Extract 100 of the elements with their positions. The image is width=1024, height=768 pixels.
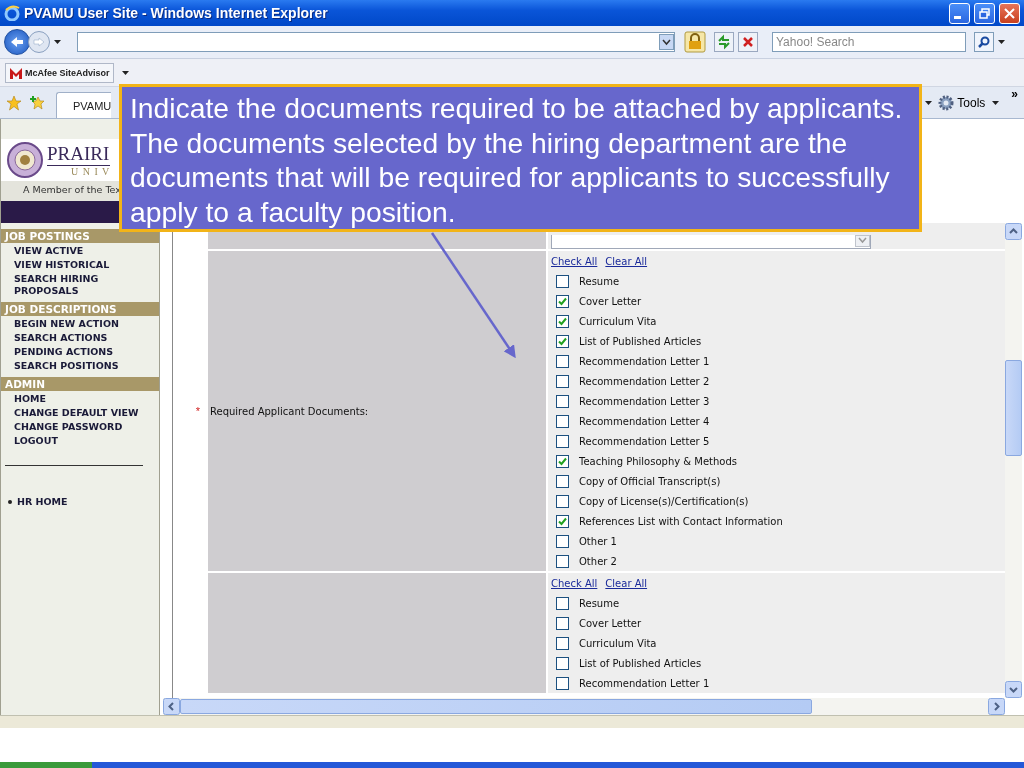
- sidebar-link[interactable]: VIEW HISTORICAL: [1, 257, 159, 271]
- callout-box: Indicate the documents required to be attached by applicants. The documents selected by the hiring department are the documents that will be required for applicants to successfully apply to a faculty position.: [119, 84, 922, 232]
- sidebar-link[interactable]: BEGIN NEW ACTION: [1, 316, 159, 330]
- sidebar-link[interactable]: SEARCH POSITIONS: [1, 358, 159, 372]
- sidebar-link[interactable]: HOME: [1, 391, 159, 405]
- right-arrow-icon: [33, 37, 45, 47]
- caret-icon[interactable]: [925, 100, 933, 105]
- gear-icon: [938, 94, 955, 111]
- minimize-icon: [954, 15, 961, 19]
- checkbox[interactable]: [556, 454, 569, 468]
- checkbox[interactable]: [556, 394, 569, 408]
- section-header: JOB POSTINGS: [1, 229, 159, 243]
- checkbox[interactable]: [556, 554, 569, 568]
- scroll-thumb[interactable]: [1005, 360, 1022, 456]
- caret-icon[interactable]: [121, 70, 129, 75]
- siteadvisor-button[interactable]: McAfee SiteAdvisor: [5, 62, 114, 83]
- close-button[interactable]: [999, 2, 1020, 24]
- checkbox-label: Teaching Philosophy & Methods: [579, 455, 737, 467]
- check-all-link[interactable]: Check All: [551, 577, 598, 589]
- checkbox[interactable]: [556, 434, 569, 448]
- checkbox-label: Recommendation Letter 1: [579, 355, 710, 367]
- caret-icon[interactable]: [998, 40, 1005, 44]
- search-button[interactable]: [974, 32, 994, 52]
- checkbox-label: Curriculum Vita: [579, 637, 657, 649]
- checkbox[interactable]: [556, 294, 569, 308]
- required-asterisk: *: [195, 405, 200, 417]
- sidebar-link[interactable]: SEARCH ACTIONS: [1, 330, 159, 344]
- search-icon: [978, 36, 990, 48]
- restore-button[interactable]: [974, 2, 995, 24]
- checkbox-label: Recommendation Letter 4: [579, 415, 710, 427]
- checkbox[interactable]: [556, 596, 569, 610]
- more-chevron[interactable]: »: [1011, 86, 1018, 101]
- checkbox-label: Cover Letter: [579, 295, 642, 307]
- checkbox-label: Copy of Official Transcript(s): [579, 475, 721, 487]
- checkbox-label: List of Published Articles: [579, 335, 702, 347]
- sidebar-link[interactable]: LOGOUT: [1, 433, 159, 447]
- address-field[interactable]: [77, 32, 675, 52]
- scroll-left-icon[interactable]: [163, 698, 180, 715]
- sidebar-link[interactable]: CHANGE DEFAULT VIEW: [1, 405, 159, 419]
- restore-icon: [979, 7, 990, 19]
- checkbox-label: Recommendation Letter 5: [579, 435, 710, 447]
- caret-icon[interactable]: [54, 40, 61, 44]
- clear-all-link[interactable]: Clear All: [605, 577, 648, 589]
- vertical-scrollbar[interactable]: [1005, 223, 1022, 698]
- back-button[interactable]: [4, 29, 30, 55]
- checkbox[interactable]: [556, 274, 569, 288]
- checkbox[interactable]: [556, 676, 569, 690]
- left-arrow-icon: [10, 36, 24, 48]
- bullet-icon: [8, 499, 12, 504]
- checkbox[interactable]: [556, 334, 569, 348]
- search-field[interactable]: Yahoo! Search: [772, 32, 966, 52]
- checkbox[interactable]: [556, 534, 569, 548]
- check-all-link[interactable]: Check All: [551, 255, 598, 267]
- stop-icon[interactable]: [738, 32, 758, 52]
- browser-tab[interactable]: PVAMU: [56, 92, 111, 118]
- caret-icon: [992, 100, 1000, 105]
- refresh-icon[interactable]: [714, 32, 734, 52]
- checkbox-label: List of Published Articles: [579, 657, 702, 669]
- sidebar-link[interactable]: PENDING ACTIONS: [1, 344, 159, 358]
- scroll-down-icon[interactable]: [1005, 681, 1022, 698]
- minimize-button[interactable]: [949, 2, 970, 24]
- checkbox[interactable]: [556, 414, 569, 428]
- sidebar-link[interactable]: HR HOME: [17, 496, 68, 507]
- university-name: PRAIRI: [47, 143, 111, 166]
- sidebar-link[interactable]: VIEW ACTIVE: [1, 243, 159, 257]
- checkbox-label: Copy of License(s)/Certification(s): [579, 495, 749, 507]
- scroll-thumb[interactable]: [180, 699, 812, 714]
- checkbox-label: Cover Letter: [579, 617, 642, 629]
- section-header: ADMIN: [1, 377, 159, 391]
- tools-button[interactable]: Tools: [938, 94, 1000, 111]
- checkbox-label: References List with Contact Information: [579, 515, 783, 527]
- checkbox[interactable]: [556, 616, 569, 630]
- checkbox[interactable]: [556, 474, 569, 488]
- checkbox[interactable]: [556, 656, 569, 670]
- padlock-icon: [684, 31, 706, 53]
- scroll-right-icon[interactable]: [988, 698, 1005, 715]
- browser-logo-icon: [4, 5, 20, 21]
- scroll-up-icon[interactable]: [1005, 223, 1022, 240]
- checkbox-label: Recommendation Letter 3: [579, 395, 710, 407]
- checkbox[interactable]: [556, 314, 569, 328]
- checkbox[interactable]: [556, 636, 569, 650]
- clear-all-link[interactable]: Clear All: [605, 255, 648, 267]
- star-icon[interactable]: [6, 94, 22, 111]
- checkbox[interactable]: [556, 354, 569, 368]
- section-header: JOB DESCRIPTIONS: [1, 302, 159, 316]
- checkbox-label: Other 2: [579, 555, 617, 567]
- window-title: PVAMU User Site - Windows Internet Explorer: [24, 5, 329, 21]
- checkbox[interactable]: [556, 514, 569, 528]
- add-star-icon[interactable]: [30, 94, 46, 111]
- checkbox[interactable]: [556, 494, 569, 508]
- checkbox-label: Recommendation Letter 2: [579, 375, 710, 387]
- sidebar-link[interactable]: CHANGE PASSWORD: [1, 419, 159, 433]
- dropdown-icon[interactable]: [659, 34, 674, 50]
- checkbox-label: Recommendation Letter 1: [579, 677, 710, 689]
- checkbox-label: Curriculum Vita: [579, 315, 657, 327]
- dropdown-field[interactable]: [551, 235, 871, 249]
- checkbox[interactable]: [556, 374, 569, 388]
- horizontal-scrollbar[interactable]: [163, 698, 1005, 715]
- field-label: Required Applicant Documents:: [210, 405, 369, 417]
- sidebar-link[interactable]: SEARCH HIRING PROPOSALS: [1, 271, 114, 297]
